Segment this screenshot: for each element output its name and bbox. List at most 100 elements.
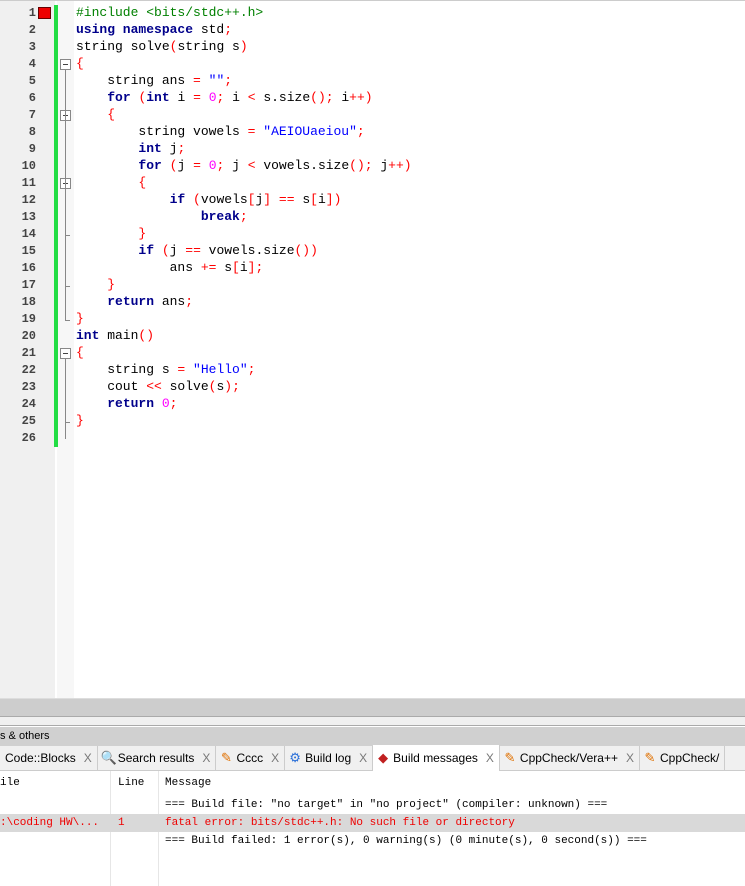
- code-token: if: [169, 192, 186, 207]
- code-line[interactable]: {: [76, 345, 84, 362]
- code-token: j: [372, 158, 389, 173]
- code-line[interactable]: int j;: [76, 141, 185, 158]
- fold-toggle[interactable]: [60, 59, 71, 70]
- code-token: break: [200, 209, 240, 224]
- line-number: 20: [21, 329, 36, 343]
- fold-toggle[interactable]: [60, 348, 71, 359]
- close-tab-icon[interactable]: X: [486, 751, 494, 765]
- line-number: 19: [21, 312, 36, 326]
- tab-label: CppCheck/Vera++: [519, 751, 618, 765]
- code-token: ();: [349, 158, 373, 173]
- code-token: =: [193, 90, 201, 105]
- code-line[interactable]: cout << solve(s);: [76, 379, 240, 396]
- code-line[interactable]: return 0;: [76, 396, 177, 413]
- message-row[interactable]: :\coding HW\... 1 fatal error: bits/stdc++…: [0, 814, 745, 832]
- tab-cccc[interactable]: ✎ Cccc X: [216, 746, 286, 770]
- code-line[interactable]: }: [76, 226, 146, 243]
- code-token: i: [317, 192, 326, 207]
- line-number: 18: [21, 295, 36, 309]
- message-row[interactable]: === Build file: "no target" in "no proje…: [0, 796, 745, 814]
- code-token: <: [247, 158, 256, 173]
- code-token: solve: [161, 379, 209, 394]
- code-token: <<: [146, 379, 162, 394]
- code-editor[interactable]: 1 #include <bits/stdc++.h> 2 using namespac…: [0, 0, 745, 699]
- code-token: =: [193, 73, 201, 88]
- code-line[interactable]: string solve(string s): [76, 39, 248, 56]
- code-line[interactable]: {: [76, 107, 115, 124]
- tab-search-results[interactable]: 🔍 Search results X: [98, 746, 217, 770]
- code-line[interactable]: if (j == vowels.size()): [76, 243, 317, 260]
- code-line[interactable]: ans += s[i];: [76, 260, 264, 277]
- horizontal-scrollbar[interactable]: [0, 698, 745, 716]
- close-tab-icon[interactable]: X: [359, 751, 367, 765]
- header-file[interactable]: ile: [0, 777, 20, 789]
- code-token: s: [216, 260, 233, 275]
- code-line[interactable]: {: [76, 175, 146, 192]
- tab-cppcheck-[interactable]: ✎ CppCheck/: [640, 746, 726, 770]
- tab-build-messages[interactable]: ◆ Build messages X: [373, 745, 500, 771]
- tab-code-blocks[interactable]: Code::Blocks X: [0, 746, 98, 770]
- code-token: (: [193, 192, 201, 207]
- line-number: 3: [28, 40, 36, 54]
- tab-label: Search results: [117, 751, 195, 765]
- code-token: ans: [76, 260, 201, 275]
- code-token: ++): [349, 90, 373, 105]
- fold-end: [65, 286, 70, 287]
- code-line[interactable]: return ans;: [76, 294, 193, 311]
- code-line[interactable]: using namespace std;: [76, 22, 232, 39]
- message-row[interactable]: === Build failed: 1 error(s), 0 warning(…: [0, 832, 745, 850]
- code-token: j: [169, 243, 186, 258]
- close-tab-icon[interactable]: X: [84, 751, 92, 765]
- tab-build-log[interactable]: ⚙ Build log X: [285, 746, 374, 770]
- code-token: ]: [263, 192, 272, 207]
- code-line[interactable]: }: [76, 311, 84, 328]
- code-line[interactable]: int main(): [76, 328, 154, 345]
- line-number: 1: [28, 6, 36, 20]
- edit-icon: ✎: [220, 750, 232, 765]
- code-line[interactable]: }: [76, 277, 115, 294]
- cell-line: 1: [118, 817, 125, 829]
- code-token: i: [169, 90, 194, 105]
- line-number: 7: [28, 108, 36, 122]
- code-token: "": [208, 73, 225, 88]
- breakpoint-marker[interactable]: [38, 7, 51, 19]
- code-line[interactable]: break;: [76, 209, 248, 226]
- splitter[interactable]: [0, 716, 745, 726]
- fold-line: [65, 70, 66, 320]
- panel-tabs: Code::Blocks X 🔍 Search results X ✎ Cccc X ⚙ Buil…: [0, 745, 745, 771]
- edit-icon: ✎: [504, 750, 516, 765]
- line-number: 12: [21, 193, 36, 207]
- code-line[interactable]: #include <bits/stdc++.h>: [76, 5, 263, 22]
- code-line[interactable]: if (vowels[j] == s[i]): [76, 192, 342, 209]
- line-number: 24: [21, 397, 36, 411]
- tab-cppcheck-vera-[interactable]: ✎ CppCheck/Vera++ X: [500, 746, 640, 770]
- build-messages-list[interactable]: ile Line Message === Build file: "no tar…: [0, 771, 745, 886]
- code-line[interactable]: string vowels = "AEIOUaeiou";: [76, 124, 364, 141]
- code-token: string solve: [76, 39, 170, 54]
- code-line[interactable]: for (j = 0; j < vowels.size(); j++): [76, 158, 411, 175]
- code-line[interactable]: {: [76, 56, 84, 73]
- header-line[interactable]: Line: [118, 777, 144, 789]
- code-line[interactable]: }: [76, 413, 84, 430]
- close-tab-icon[interactable]: X: [202, 751, 210, 765]
- header-message[interactable]: Message: [165, 777, 211, 789]
- close-tab-icon[interactable]: X: [626, 751, 634, 765]
- code-token: 0: [208, 158, 217, 173]
- close-tab-icon[interactable]: X: [271, 751, 279, 765]
- edit-icon: ✎: [644, 750, 656, 765]
- code-token: ;: [224, 73, 233, 88]
- line-number: 13: [21, 210, 36, 224]
- code-line[interactable]: for (int i = 0; i < s.size(); i++): [76, 90, 373, 107]
- code-token: ;: [185, 294, 194, 309]
- code-line[interactable]: string s = "Hello";: [76, 362, 255, 379]
- code-line[interactable]: string ans = "";: [76, 73, 232, 90]
- code-token: ;: [239, 209, 248, 224]
- change-bar: [54, 5, 58, 447]
